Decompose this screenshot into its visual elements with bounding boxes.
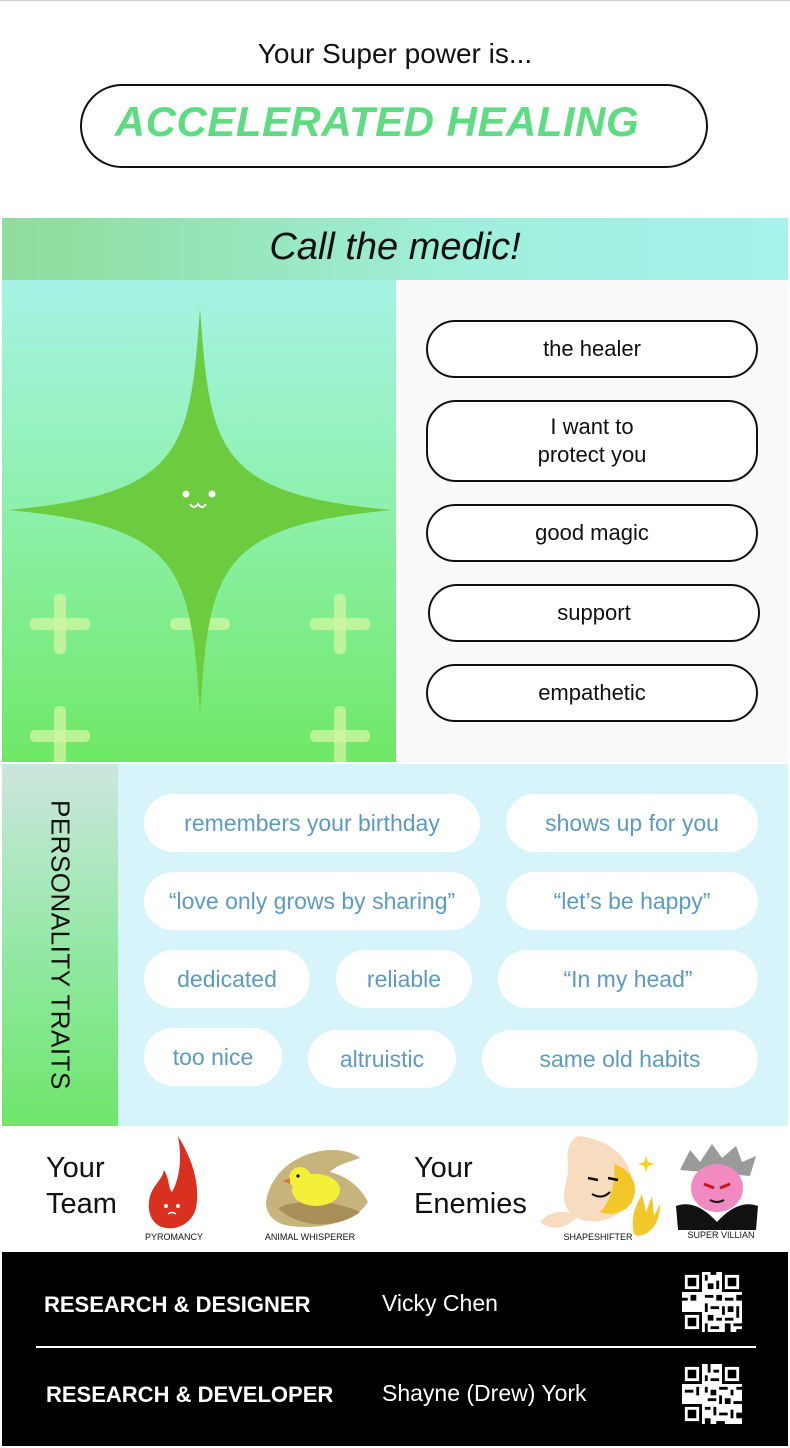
tag-empathetic: empathetic	[426, 664, 758, 722]
trait-chip: “In my head”	[498, 950, 758, 1008]
trait-chip: too nice	[144, 1028, 282, 1086]
tag-good-magic: good magic	[426, 504, 758, 562]
enemy-caption: SHAPESHIFTER	[563, 1232, 633, 1242]
trait-chip: reliable	[336, 950, 472, 1008]
enemies-label: Your Enemies	[414, 1152, 527, 1220]
team-label: Your Team	[46, 1152, 117, 1220]
sparkle-star-icon	[8, 308, 392, 712]
enemy-caption: SUPER VILLIAN	[687, 1230, 755, 1240]
traits-label: PERSONALITY TRAITS	[45, 800, 76, 1090]
tagline-text: Call the medic!	[269, 226, 521, 268]
credit-role: RESEARCH & DEVELOPER	[46, 1382, 334, 1407]
trait-chip: remembers your birthday	[144, 794, 480, 852]
trait-chip: altruistic	[308, 1030, 456, 1088]
shapeshifter-icon	[540, 1136, 660, 1236]
trait-chip: same old habits	[482, 1030, 758, 1088]
tag-support: support	[428, 584, 760, 642]
credits-footer	[2, 1252, 788, 1446]
footer-divider	[36, 1346, 756, 1348]
trait-chip: dedicated	[144, 950, 310, 1008]
power-title: ACCELERATED HEALING	[114, 98, 640, 145]
page-heading: Your Super power is...	[257, 38, 533, 69]
team-enemies-row	[2, 1128, 788, 1252]
credit-role: RESEARCH & DESIGNER	[44, 1292, 311, 1317]
pyromancy-flame-icon	[148, 1136, 198, 1229]
top-border	[0, 0, 790, 1]
super-villain-icon	[676, 1144, 758, 1230]
credit-name: Shayne (Drew) York	[382, 1380, 587, 1406]
credit-name: Vicky Chen	[382, 1290, 498, 1316]
animal-whisperer-icon	[266, 1150, 368, 1227]
qr-code-icon[interactable]	[682, 1272, 742, 1332]
team-member-caption: PYROMANCY	[144, 1232, 203, 1242]
trait-chip: shows up for you	[506, 794, 758, 852]
trait-chip: “let’s be happy”	[506, 872, 758, 930]
qr-code-icon[interactable]	[682, 1364, 742, 1424]
team-member-caption: ANIMAL WHISPERER	[264, 1232, 356, 1242]
trait-chip: “love only grows by sharing”	[144, 872, 480, 930]
tag-protect-you: I want to protect you	[426, 400, 758, 482]
tag-the-healer: the healer	[426, 320, 758, 378]
